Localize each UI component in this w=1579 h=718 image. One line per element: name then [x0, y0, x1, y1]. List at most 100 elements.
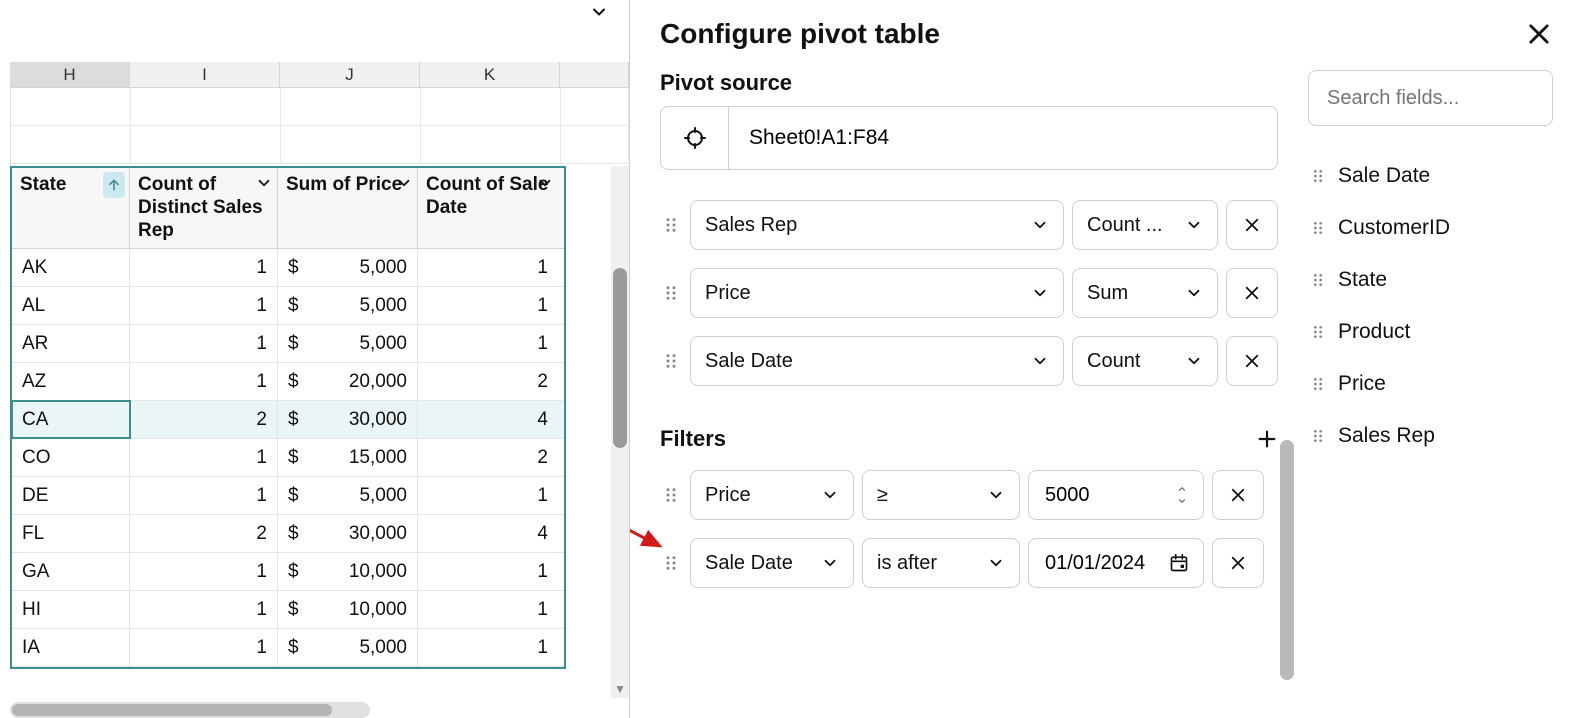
cell-count-rep[interactable]: 2: [130, 515, 278, 552]
close-button[interactable]: [1525, 20, 1553, 48]
chevron-down-icon[interactable]: [536, 174, 554, 192]
cell-state[interactable]: AK: [12, 249, 130, 286]
cell-state[interactable]: GA: [12, 553, 130, 590]
field-item[interactable]: Price: [1308, 358, 1553, 410]
table-row[interactable]: AZ1$20,0002: [12, 363, 564, 401]
table-row[interactable]: DE1$5,0001: [12, 477, 564, 515]
cell-count-date[interactable]: 1: [418, 249, 558, 286]
remove-value-button[interactable]: [1226, 336, 1278, 386]
cell-count-date[interactable]: 2: [418, 439, 558, 476]
collapse-chevron[interactable]: [583, 0, 615, 24]
field-item[interactable]: State: [1308, 254, 1553, 306]
cell-sum-price[interactable]: $5,000: [278, 477, 418, 514]
panel-scrollbar[interactable]: [1280, 440, 1294, 680]
cell-count-date[interactable]: 1: [418, 325, 558, 362]
horizontal-scrollbar-thumb[interactable]: [12, 704, 332, 716]
cell-count-date[interactable]: 2: [418, 363, 558, 400]
filter-field-select[interactable]: Price: [690, 470, 854, 520]
cell-count-date[interactable]: 4: [418, 515, 558, 552]
table-row[interactable]: GA1$10,0001: [12, 553, 564, 591]
filter-value-field[interactable]: [1043, 483, 1163, 508]
table-row[interactable]: CA2$30,0004: [12, 401, 564, 439]
cell-state[interactable]: HI: [12, 591, 130, 628]
cell-sum-price[interactable]: $5,000: [278, 325, 418, 362]
col-header-j[interactable]: J: [280, 62, 420, 88]
cell-state[interactable]: AL: [12, 287, 130, 324]
drag-handle[interactable]: [660, 284, 682, 302]
add-filter-button[interactable]: [1256, 428, 1278, 450]
sort-asc-icon[interactable]: [103, 172, 125, 198]
field-item[interactable]: CustomerID: [1308, 202, 1553, 254]
col-header-i[interactable]: I: [130, 62, 280, 88]
cell-sum-price[interactable]: $10,000: [278, 591, 418, 628]
cell-sum-price[interactable]: $20,000: [278, 363, 418, 400]
drag-handle[interactable]: [660, 554, 682, 572]
select-range-button[interactable]: [661, 107, 729, 169]
table-row[interactable]: AR1$5,0001: [12, 325, 564, 363]
cell-count-rep[interactable]: 1: [130, 363, 278, 400]
cell-state[interactable]: AZ: [12, 363, 130, 400]
field-item[interactable]: Sale Date: [1308, 150, 1553, 202]
cell-state[interactable]: CO: [12, 439, 130, 476]
field-item[interactable]: Sales Rep: [1308, 410, 1553, 462]
table-row[interactable]: CO1$15,0002: [12, 439, 564, 477]
cell-count-date[interactable]: 1: [418, 591, 558, 628]
table-row[interactable]: HI1$10,0001: [12, 591, 564, 629]
filter-value-field[interactable]: [1043, 551, 1163, 576]
drag-handle[interactable]: [660, 216, 682, 234]
cell-count-rep[interactable]: 1: [130, 477, 278, 514]
remove-value-button[interactable]: [1226, 200, 1278, 250]
cell-count-rep[interactable]: 1: [130, 553, 278, 590]
table-row[interactable]: AL1$5,0001: [12, 287, 564, 325]
pivot-header-sum-price[interactable]: Sum of Price: [278, 168, 418, 248]
cell-sum-price[interactable]: $10,000: [278, 553, 418, 590]
cell-sum-price[interactable]: $15,000: [278, 439, 418, 476]
col-header-k[interactable]: K: [420, 62, 560, 88]
cell-state[interactable]: FL: [12, 515, 130, 552]
cell-count-date[interactable]: 1: [418, 287, 558, 324]
cell-count-date[interactable]: 1: [418, 629, 558, 666]
col-header-h[interactable]: H: [10, 62, 130, 88]
remove-filter-button[interactable]: [1212, 470, 1264, 520]
cell-count-rep[interactable]: 1: [130, 591, 278, 628]
pivot-header-state[interactable]: State: [12, 168, 130, 248]
cell-count-date[interactable]: 1: [418, 477, 558, 514]
value-agg-select[interactable]: Count: [1072, 336, 1218, 386]
cell-count-date[interactable]: 4: [418, 401, 558, 438]
field-item[interactable]: Product: [1308, 306, 1553, 358]
filter-op-select[interactable]: is after: [862, 538, 1020, 588]
cell-count-rep[interactable]: 1: [130, 287, 278, 324]
pivot-source-input[interactable]: [729, 107, 1277, 169]
pivot-header-count-date[interactable]: Count of Sale Date: [418, 168, 558, 248]
drag-handle[interactable]: [660, 486, 682, 504]
value-field-select[interactable]: Sales Rep: [690, 200, 1064, 250]
cell-state[interactable]: DE: [12, 477, 130, 514]
field-search-input[interactable]: [1325, 86, 1536, 111]
spinner-up[interactable]: [1175, 484, 1189, 494]
cell-sum-price[interactable]: $30,000: [278, 401, 418, 438]
cell-sum-price[interactable]: $5,000: [278, 249, 418, 286]
cell-count-rep[interactable]: 2: [130, 401, 278, 438]
calendar-icon[interactable]: [1169, 553, 1189, 573]
table-row[interactable]: IA1$5,0001: [12, 629, 564, 667]
table-row[interactable]: AK1$5,0001: [12, 249, 564, 287]
cell-count-rep[interactable]: 1: [130, 325, 278, 362]
filter-value-input[interactable]: [1028, 538, 1204, 588]
cell-count-date[interactable]: 1: [418, 553, 558, 590]
table-row[interactable]: FL2$30,0004: [12, 515, 564, 553]
value-agg-select[interactable]: Sum: [1072, 268, 1218, 318]
cell-count-rep[interactable]: 1: [130, 629, 278, 666]
pivot-header-count-rep[interactable]: Count of Distinct Sales Rep: [130, 168, 278, 248]
cell-sum-price[interactable]: $5,000: [278, 287, 418, 324]
chevron-down-icon[interactable]: [395, 174, 413, 192]
horizontal-scrollbar[interactable]: [10, 702, 370, 718]
filter-value-input[interactable]: [1028, 470, 1204, 520]
cell-sum-price[interactable]: $30,000: [278, 515, 418, 552]
cell-state[interactable]: CA: [12, 401, 130, 438]
drag-handle[interactable]: [660, 352, 682, 370]
filter-op-select[interactable]: ≥: [862, 470, 1020, 520]
remove-filter-button[interactable]: [1212, 538, 1264, 588]
cell-count-rep[interactable]: 1: [130, 249, 278, 286]
value-field-select[interactable]: Price: [690, 268, 1064, 318]
cell-state[interactable]: AR: [12, 325, 130, 362]
